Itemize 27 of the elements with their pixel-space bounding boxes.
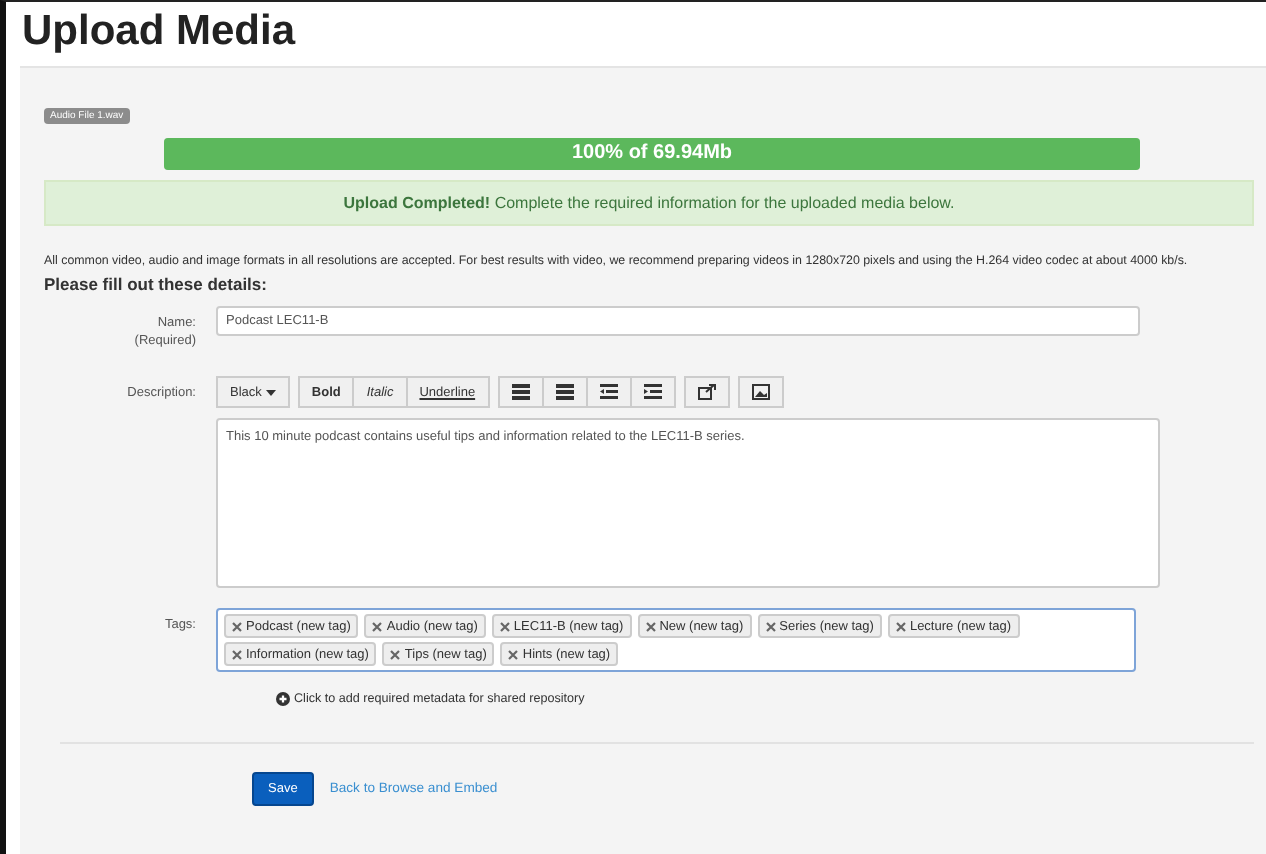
toolbar-button[interactable] [587,376,632,408]
toolbar-button[interactable] [631,376,676,408]
indent-icon [599,384,618,400]
toolbar-button[interactable] [543,376,588,408]
plus-circle-icon [276,692,290,706]
list-icon [555,384,574,400]
share-icon [697,384,716,400]
remove-icon[interactable] [390,649,401,659]
list-icon [511,384,530,400]
toolbar-button[interactable] [497,376,544,408]
remove-icon[interactable] [508,649,519,659]
indent-icon [643,384,662,400]
remove-icon[interactable] [372,621,383,631]
remove-icon[interactable] [232,649,242,659]
toolbar-button[interactable] [683,376,730,408]
image-icon [751,384,770,400]
caret-icon [265,389,276,395]
toolbar-button[interactable] [737,376,784,408]
remove-icon[interactable] [645,621,656,631]
page-title: Upload Media [20,6,298,58]
remove-icon[interactable] [895,621,906,631]
remove-icon[interactable] [765,621,776,631]
success-alert: Upload Completed! Complete the required information for the uploaded media below. [44,180,1254,226]
remove-icon[interactable] [232,621,242,631]
progress-text: 100% of 69.94Mb [569,140,735,168]
remove-icon[interactable] [499,621,510,631]
section-title: Please fill out these details: [44,274,269,294]
